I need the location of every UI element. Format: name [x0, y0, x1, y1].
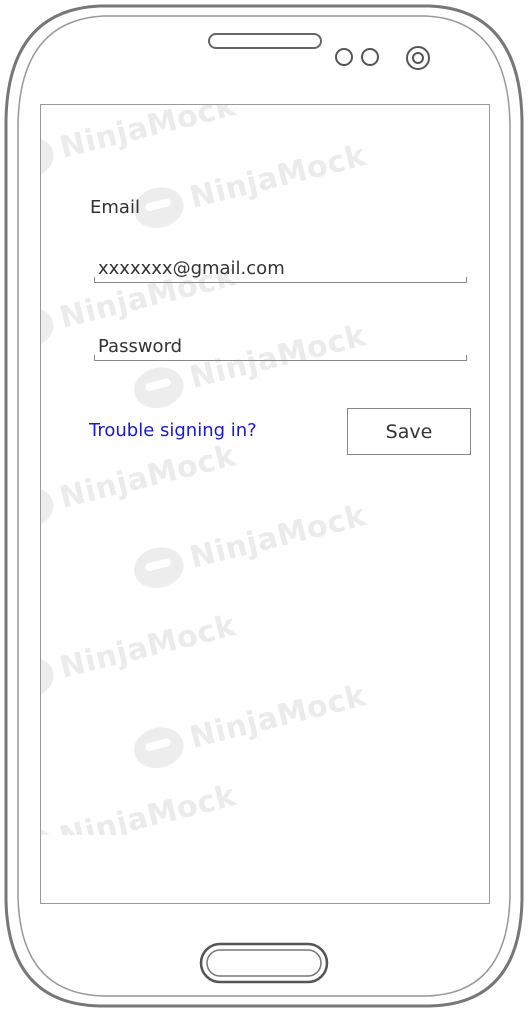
password-placeholder: Password: [98, 336, 183, 357]
watermark: NinjaMock: [129, 137, 371, 234]
ninja-logo-icon: [41, 822, 58, 835]
email-underline: [94, 277, 467, 283]
watermark: NinjaMock: [129, 677, 371, 774]
ninja-logo-icon: [41, 132, 58, 184]
watermark: NinjaMock: [41, 437, 240, 534]
ninja-logo-icon: [41, 302, 58, 354]
camera-icon: [406, 46, 430, 70]
ninja-logo-icon: [41, 652, 58, 704]
app-screen: NinjaMock NinjaMock NinjaMock NinjaMock …: [40, 104, 490, 904]
ninja-logo-icon: [129, 542, 188, 594]
email-value: xxxxxxx@gmail.com: [98, 258, 285, 279]
email-field[interactable]: xxxxxxx@gmail.com: [94, 253, 467, 283]
speaker-grille: [208, 33, 322, 49]
watermark: NinjaMock: [41, 105, 240, 184]
ninja-logo-icon: [129, 362, 188, 414]
password-underline: [94, 355, 467, 361]
email-label: Email: [90, 197, 140, 218]
save-button[interactable]: Save: [347, 408, 471, 455]
home-button[interactable]: [199, 942, 329, 984]
watermark: NinjaMock: [41, 607, 240, 704]
trouble-signing-in-link[interactable]: Trouble signing in?: [89, 420, 257, 441]
sensor-icon: [335, 48, 379, 66]
ninja-logo-icon: [41, 482, 58, 534]
password-field[interactable]: Password: [94, 331, 467, 361]
ninja-logo-icon: [129, 722, 188, 774]
watermark: NinjaMock: [41, 777, 240, 835]
watermark: NinjaMock: [129, 497, 371, 594]
